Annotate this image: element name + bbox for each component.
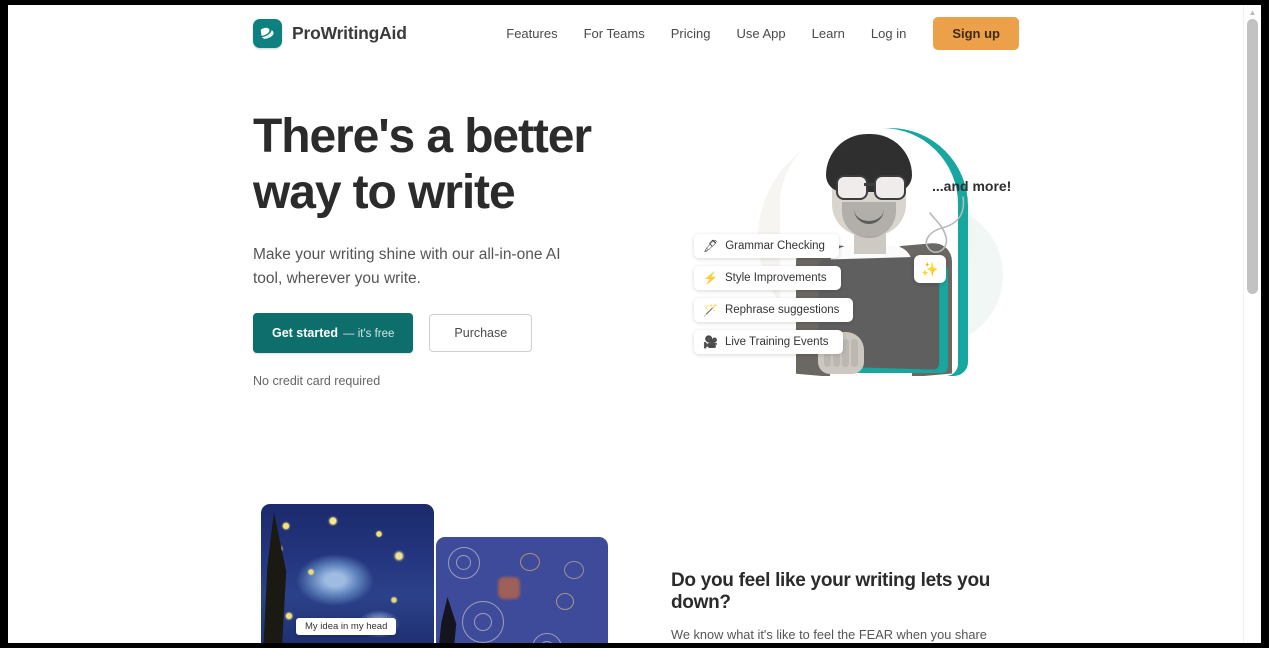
book-swoosh-icon bbox=[253, 19, 282, 48]
feature-chip-label: Style Improvements bbox=[724, 272, 827, 284]
scrollbar-thumb[interactable] bbox=[1247, 19, 1258, 294]
feature-chip-style-improvements[interactable]: ⚡ Style Improvements bbox=[694, 266, 841, 290]
feature-chip-grammar-checking[interactable]: 🖋 Grammar Checking bbox=[694, 234, 839, 258]
logo-text: ProWritingAid bbox=[292, 23, 407, 43]
scroll-up-arrow-icon[interactable]: ▲ bbox=[1248, 8, 1257, 17]
no-credit-card-note: No credit card required bbox=[253, 374, 381, 388]
orange-blob bbox=[498, 577, 520, 599]
glasses-right-lens bbox=[874, 175, 906, 200]
quill-pen-icon: 🖋 bbox=[703, 239, 719, 253]
feature-chip-live-training-events[interactable]: 🎥 Live Training Events bbox=[694, 330, 843, 354]
purchase-button[interactable]: Purchase bbox=[429, 314, 533, 352]
logo-link[interactable]: ProWritingAid bbox=[253, 19, 407, 48]
cypress-tree bbox=[263, 512, 287, 643]
nav-item-for-teams[interactable]: For Teams bbox=[571, 26, 658, 41]
browser-viewport: ProWritingAid Features For Teams Pricing… bbox=[8, 5, 1261, 643]
idea-in-my-head-label: My idea in my head bbox=[296, 618, 397, 635]
get-started-sublabel: — it's free bbox=[343, 328, 395, 340]
hero-copy: There's a better way to write Make your … bbox=[253, 109, 653, 290]
hero-cta-row: Get started — it's free Purchase bbox=[253, 313, 533, 353]
spiral-doodle bbox=[564, 561, 584, 579]
sign-up-button[interactable]: Sign up bbox=[933, 17, 1019, 50]
feature-chip-list: 🖋 Grammar Checking ⚡ Style Improvements … bbox=[694, 234, 854, 354]
sparkle-badge: ✨ bbox=[914, 255, 946, 283]
nav-item-log-in[interactable]: Log in bbox=[858, 26, 919, 41]
nav-item-pricing[interactable]: Pricing bbox=[658, 26, 724, 41]
glasses-bridge bbox=[864, 183, 874, 186]
feature-chip-label: Grammar Checking bbox=[725, 240, 825, 252]
hero-illustration: 🖋 Grammar Checking ⚡ Style Improvements … bbox=[668, 110, 1028, 395]
vertical-scrollbar[interactable]: ▲ bbox=[1243, 5, 1261, 643]
site-header: ProWritingAid Features For Teams Pricing… bbox=[8, 5, 1244, 62]
page-title: There's a better way to write bbox=[253, 110, 592, 220]
cypress-tree bbox=[438, 597, 457, 643]
webpage: ProWritingAid Features For Teams Pricing… bbox=[8, 5, 1244, 643]
movie-camera-icon: 🎥 bbox=[703, 335, 718, 349]
nav-item-learn[interactable]: Learn bbox=[799, 26, 858, 41]
lightning-bolt-icon: ⚡ bbox=[703, 271, 718, 285]
spiral-doodle bbox=[456, 555, 471, 570]
glasses-left-lens bbox=[836, 175, 868, 200]
nav-item-use-app[interactable]: Use App bbox=[724, 26, 799, 41]
sparkle-icon: ✨ bbox=[921, 260, 939, 277]
spiral-doodle bbox=[474, 613, 492, 631]
section-heading: Do you feel like your writing lets you d… bbox=[671, 570, 991, 613]
plain-blue-panel bbox=[436, 537, 608, 643]
feature-chip-label: Live Training Events bbox=[724, 336, 829, 348]
browser-frame: ProWritingAid Features For Teams Pricing… bbox=[0, 0, 1269, 648]
hero-subtitle: Make your writing shine with our all-in-… bbox=[253, 246, 561, 287]
spiral-doodle bbox=[556, 593, 574, 610]
nav-item-features[interactable]: Features bbox=[493, 26, 570, 41]
main-nav: Features For Teams Pricing Use App Learn… bbox=[493, 5, 1019, 62]
spiral-doodle bbox=[520, 553, 540, 571]
magic-wand-icon: 🪄 bbox=[703, 303, 718, 317]
lower-section-copy: Do you feel like your writing lets you d… bbox=[671, 570, 1016, 643]
feature-chip-label: Rephrase suggestions bbox=[724, 304, 840, 316]
and-more-label: ...and more! bbox=[932, 178, 1012, 194]
get-started-button[interactable]: Get started — it's free bbox=[253, 313, 414, 353]
feature-chip-rephrase-suggestions[interactable]: 🪄 Rephrase suggestions bbox=[694, 298, 854, 322]
section-body: We know what it's like to feel the FEAR … bbox=[671, 627, 987, 642]
starry-night-image: My idea in my head bbox=[261, 504, 434, 643]
get-started-label: Get started bbox=[272, 326, 338, 340]
